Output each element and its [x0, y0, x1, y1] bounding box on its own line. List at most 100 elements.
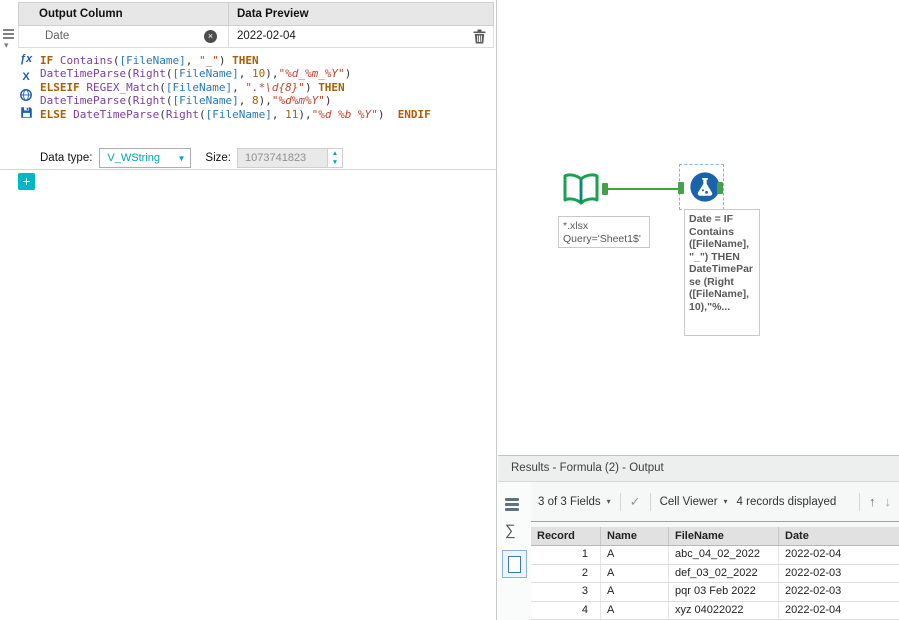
results-body: ∑ 3 of 3 Fields ▾ ✓ Cell Viewer ▾ [498, 482, 899, 620]
code-token: Contains [60, 54, 113, 67]
column-header-date[interactable]: Date [779, 527, 899, 545]
connection-line[interactable] [608, 188, 678, 190]
code-token: DateTimeParse [40, 94, 126, 107]
data-type-select[interactable]: V_WString ▼ [99, 148, 191, 168]
collapse-chevron-icon[interactable]: ▾ [2, 41, 17, 50]
input-tool-annotation[interactable]: *.xlsx Query='Sheet1$' [558, 216, 650, 248]
code-token: Right [133, 67, 166, 80]
code-line: ELSEIF REGEX_Match([FileName], ".*\d{8}"… [40, 81, 490, 94]
table-row[interactable]: 2Adef_03_02_20222022-02-03 [531, 565, 899, 584]
table-row[interactable]: 1Aabc_04_02_20222022-02-04 [531, 546, 899, 565]
expression-row-handle[interactable]: ▾ [2, 28, 17, 50]
table-cell: 2022-02-03 [779, 583, 899, 601]
table-row[interactable]: 4Axyz 040220222022-02-04 [531, 602, 899, 620]
code-line: IF Contains([FileName], "_") THEN [40, 54, 490, 67]
code-token: 11 [285, 108, 298, 121]
stepper-up-icon[interactable]: ▲ [328, 149, 342, 158]
column-header-filename[interactable]: FileName [669, 527, 779, 545]
code-token: ), [265, 67, 278, 80]
column-header-name[interactable]: Name [601, 527, 669, 545]
code-token: "%d%m%Y" [272, 94, 325, 107]
constants-globe-icon[interactable] [18, 87, 34, 102]
formula-output-anchor[interactable] [717, 182, 723, 194]
saved-expressions-icon[interactable] [18, 105, 34, 120]
columns-icon[interactable]: X [18, 69, 34, 84]
cell-viewer-dropdown[interactable]: Cell Viewer ▾ [660, 496, 728, 508]
code-token: ( [159, 81, 166, 94]
code-token: [FileName] [172, 67, 238, 80]
code-token: "%d_%m_%Y" [278, 67, 344, 80]
size-input[interactable]: 1073741823 [237, 148, 327, 168]
code-token: ENDIF [398, 108, 431, 121]
table-cell: xyz 04022022 [669, 602, 779, 620]
table-cell: abc_04_02_2022 [669, 546, 779, 564]
code-line: ELSE DateTimeParse(Right([FileName], 11)… [40, 108, 490, 121]
code-token: DateTimeParse [40, 67, 126, 80]
code-token: [FileName] [206, 108, 272, 121]
table-cell: 2022-02-04 [779, 602, 899, 620]
sigma-icon[interactable]: ∑ [505, 522, 516, 539]
expression-editor-toolbar: ƒx X [18, 51, 36, 120]
results-panel: Results - Formula (2) - Output ∑ 3 of 3 … [498, 455, 899, 620]
apply-check-icon[interactable]: ✓ [630, 494, 641, 510]
output-column-cell[interactable]: Date × [19, 26, 229, 47]
table-row[interactable]: 3Apqr 03 Feb 20222022-02-03 [531, 583, 899, 602]
table-cell: A [601, 583, 669, 601]
output-column-input[interactable]: Date [19, 26, 228, 47]
stepper-down-icon[interactable]: ▼ [328, 158, 342, 167]
code-token: ) [305, 81, 318, 94]
formula-tool-annotation[interactable]: Date = IF Contains ([FileName], "_") THE… [684, 209, 760, 336]
data-preview-header: Data Preview [229, 3, 493, 25]
code-token: [FileName] [119, 54, 185, 67]
table-cell: 2022-02-04 [779, 546, 899, 564]
delete-expression-button[interactable] [465, 26, 493, 47]
layers-icon[interactable] [505, 498, 519, 511]
input-data-icon [561, 170, 601, 210]
expression-grid-header: Output Column Data Preview [18, 2, 494, 26]
code-token: [FileName] [172, 94, 238, 107]
code-token: Right [133, 94, 166, 107]
input-data-tool[interactable] [561, 170, 601, 213]
chevron-down-icon: ▾ [607, 497, 611, 506]
code-line: DateTimeParse(Right([FileName], 8),"%d%m… [40, 94, 490, 107]
code-token: ELSEIF [40, 81, 86, 94]
code-token: ( [199, 108, 206, 121]
formula-input-anchor[interactable] [678, 182, 684, 194]
clear-field-button[interactable]: × [204, 30, 217, 43]
code-token: ), [298, 108, 311, 121]
code-token: ) [345, 67, 352, 80]
table-cell: def_03_02_2022 [669, 565, 779, 583]
separator [0, 169, 497, 170]
column-header-record[interactable]: Record [531, 527, 601, 545]
code-token: THEN [318, 81, 345, 94]
results-title: Results - Formula (2) - Output [498, 456, 899, 482]
code-token: IF [40, 54, 60, 67]
code-token: ELSE [40, 108, 73, 121]
workflow-canvas[interactable]: *.xlsx Query='Sheet1$' Date = IF Contain… [498, 0, 899, 455]
drag-handle-icon[interactable] [2, 28, 17, 39]
table-cell: A [601, 565, 669, 583]
code-token: "_" [199, 54, 219, 67]
results-table: RecordNameFileNameDate 1Aabc_04_02_20222… [531, 527, 899, 620]
size-label: Size: [205, 152, 231, 164]
code-token: ) [378, 108, 398, 121]
data-type-value: V_WString [100, 152, 177, 164]
results-side-toolbar: ∑ [498, 482, 531, 620]
results-toolbar: 3 of 3 Fields ▾ ✓ Cell Viewer ▾ 4 record… [531, 482, 899, 522]
code-token: , [239, 67, 252, 80]
results-content: 3 of 3 Fields ▾ ✓ Cell Viewer ▾ 4 record… [531, 482, 899, 620]
add-expression-button[interactable]: + [18, 173, 35, 190]
arrow-up-icon[interactable]: ↑ [869, 494, 876, 509]
fields-dropdown[interactable]: 3 of 3 Fields ▾ [538, 496, 611, 508]
expression-editor[interactable]: IF Contains([FileName], "_") THENDateTim… [40, 54, 490, 121]
code-token: DateTimeParse [73, 108, 159, 121]
data-view-toggle[interactable] [502, 550, 527, 578]
arrow-down-icon[interactable]: ↓ [885, 494, 892, 509]
code-token: REGEX_Match [86, 81, 159, 94]
functions-icon[interactable]: ƒx [18, 51, 34, 66]
table-cell: 3 [531, 583, 601, 601]
dropdown-arrow-icon: ▼ [178, 154, 191, 163]
table-cell: A [601, 602, 669, 620]
code-token: ), [259, 94, 272, 107]
results-table-body: 1Aabc_04_02_20222022-02-042Adef_03_02_20… [531, 546, 899, 620]
